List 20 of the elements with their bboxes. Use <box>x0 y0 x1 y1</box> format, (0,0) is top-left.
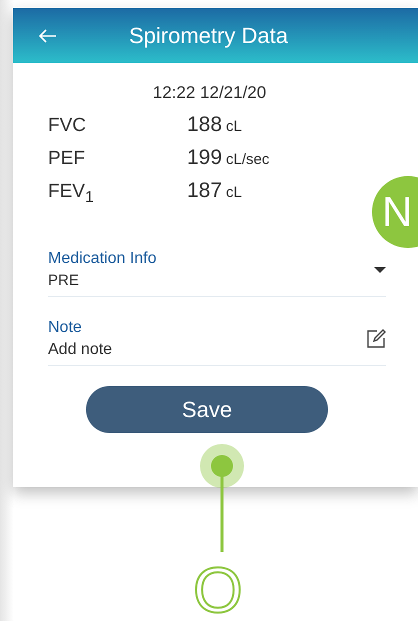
medication-dropdown[interactable]: Medication Info PRE <box>48 248 386 297</box>
measurement-unit: cL/sec <box>226 151 270 168</box>
back-arrow-icon[interactable] <box>39 28 57 42</box>
field-value: PRE <box>48 271 80 291</box>
measurement-unit: cL <box>226 184 242 201</box>
field-label: Note <box>48 318 83 338</box>
field-label: Medication Info <box>48 249 157 269</box>
dropdown-caret-icon <box>374 267 386 273</box>
edit-icon[interactable] <box>366 329 386 349</box>
measurement-name: FEV$_{1}$ <box>48 181 95 207</box>
measurement-value: 188 <box>187 113 222 137</box>
screen-title: Spirometry Data <box>129 22 288 48</box>
measurement-value: 187 <box>187 179 222 203</box>
measurement-value: 199 <box>187 146 222 170</box>
timestamp: 12:22 12/21/20 <box>152 83 268 103</box>
measurement-name: PEF <box>48 148 86 170</box>
measurement-unit: cL <box>226 118 242 135</box>
callout-letter: O <box>193 560 243 620</box>
save-button[interactable]: Save <box>86 386 328 433</box>
measurement-name: FVC <box>48 115 87 137</box>
